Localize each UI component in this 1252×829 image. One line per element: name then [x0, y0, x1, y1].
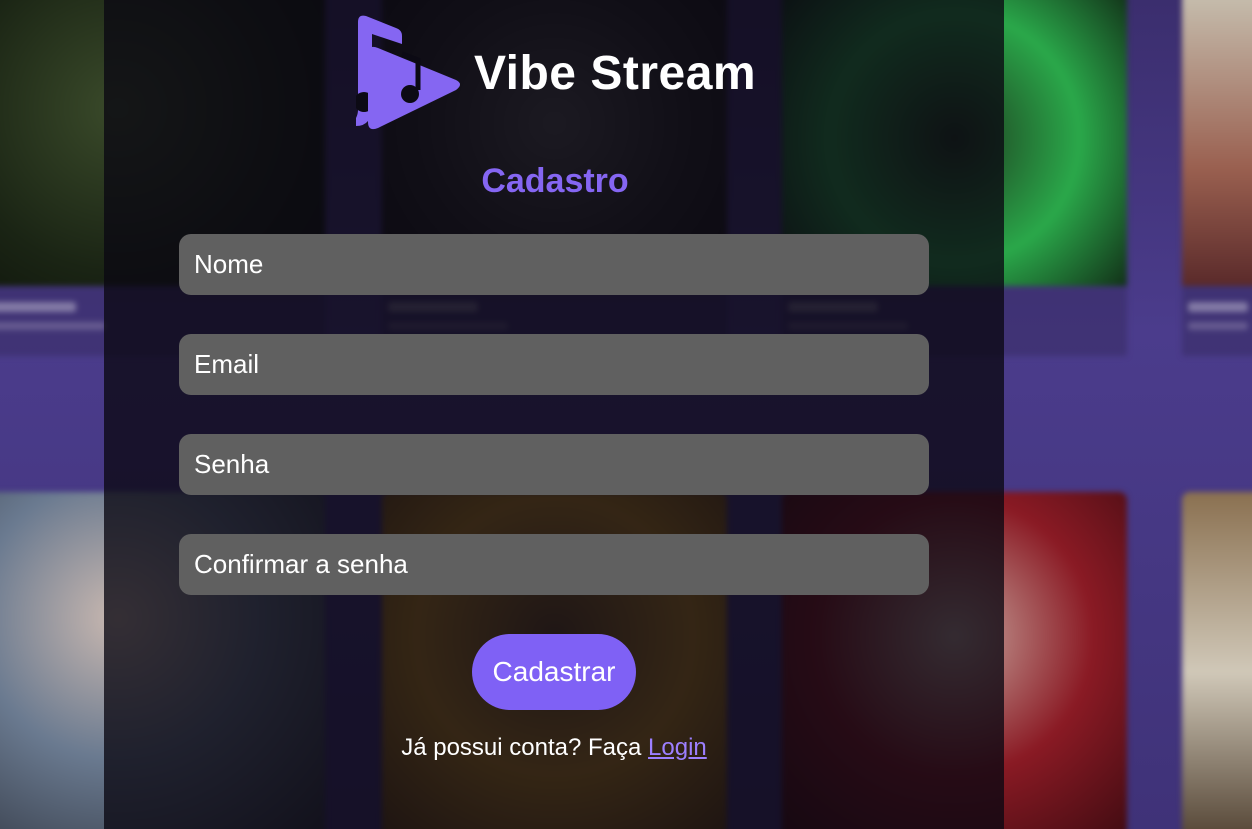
page-title: Cadastro [481, 162, 629, 200]
email-field[interactable] [179, 334, 929, 395]
login-link[interactable]: Login [648, 734, 707, 761]
login-prompt-text: Já possui conta? Faça [401, 734, 649, 761]
password-field[interactable] [179, 434, 929, 495]
name-field[interactable] [179, 234, 929, 295]
brand-name: Vibe Stream [474, 46, 757, 100]
register-button[interactable]: Cadastrar [472, 634, 636, 710]
background-album-card [1182, 492, 1252, 829]
background-album-card [1182, 0, 1252, 360]
brand-header: Vibe Stream [356, 14, 776, 132]
music-play-logo-icon [356, 15, 460, 130]
login-prompt: Já possui conta? Faça Login [0, 734, 1108, 762]
confirm-password-field[interactable] [179, 534, 929, 595]
